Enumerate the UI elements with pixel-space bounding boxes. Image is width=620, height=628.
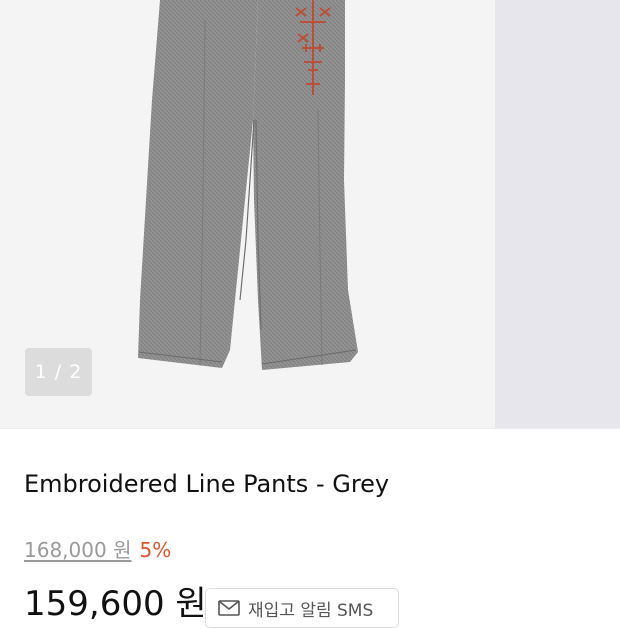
mail-icon [218, 600, 240, 616]
restock-sms-label: 재입고 알림 SMS [248, 600, 374, 621]
discount-rate: 5% [139, 538, 172, 562]
divider [0, 428, 620, 429]
restock-sms-button[interactable]: 재입고 알림 SMS [205, 588, 399, 628]
next-image-slide-peek[interactable] [495, 0, 620, 428]
original-price: 168,000 원 [24, 538, 132, 562]
product-title: Embroidered Line Pants - Grey [24, 470, 390, 498]
sale-price: 159,600 원 [24, 584, 207, 624]
image-counter: 1 / 2 [25, 348, 92, 396]
original-price-row: 168,000 원 5% [24, 534, 171, 563]
product-image-gallery[interactable]: 1 / 2 [0, 0, 620, 428]
product-image-slide[interactable]: 1 / 2 [0, 0, 493, 428]
